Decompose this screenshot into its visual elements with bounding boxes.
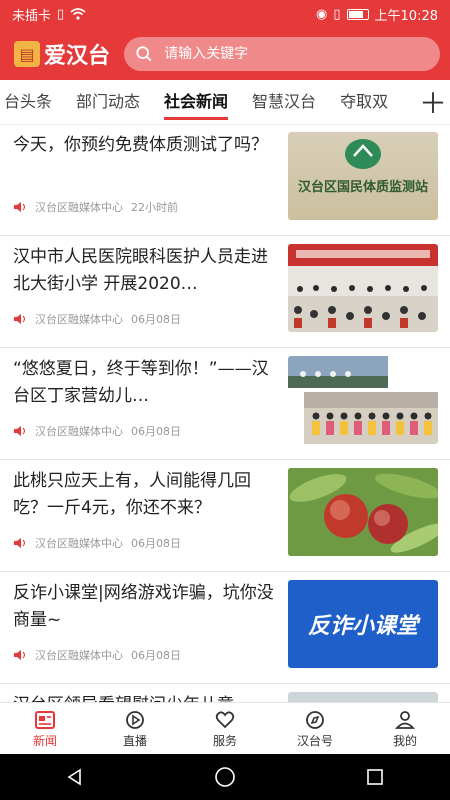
recents-icon[interactable] <box>365 767 385 787</box>
search-icon <box>136 46 152 62</box>
news-thumbnail <box>288 468 438 556</box>
news-title: “悠悠夏日，终于等到你！”——汉台区丁家营幼儿… <box>13 359 269 406</box>
news-source: 汉台区融媒体中心 <box>35 425 123 438</box>
news-title: 汉中市人民医院眼科医护人员走进北大街小学 开展2020… <box>13 247 268 294</box>
nav-service[interactable]: 服务 <box>180 703 270 755</box>
news-time: 06月08日 <box>131 649 181 662</box>
system-nav-bar <box>0 754 450 800</box>
vibrate-icon: ▯ <box>333 6 341 22</box>
news-meta: 汉台区融媒体中心 06月08日 <box>13 535 181 551</box>
tab-smart-hantai[interactable]: 智慧汉台 <box>240 80 328 124</box>
news-meta: 汉台区融媒体中心 06月08日 <box>13 647 181 663</box>
hall-photo-icon <box>288 244 438 332</box>
news-thumbnail <box>288 356 438 444</box>
news-source: 汉台区融媒体中心 <box>35 201 123 214</box>
nav-label: 汉台号 <box>296 733 333 748</box>
eye-icon: ◉ <box>316 6 328 22</box>
news-time: 22小时前 <box>131 201 178 214</box>
news-meta: 汉台区融媒体中心 22小时前 <box>13 199 178 215</box>
news-source: 汉台区融媒体中心 <box>35 537 123 550</box>
news-thumbnail <box>288 244 438 332</box>
news-meta: 汉台区融媒体中心 06月08日 <box>13 311 181 327</box>
thumb-caption: 汉台区国民体质监测站 <box>297 180 428 195</box>
tab-social-news[interactable]: 社会新闻 <box>152 80 240 124</box>
search-bar[interactable] <box>124 37 440 71</box>
nav-label: 新闻 <box>32 733 57 748</box>
search-input[interactable] <box>162 45 428 63</box>
news-time: 06月08日 <box>131 425 181 438</box>
news-feed[interactable]: 今天，你预约免费体质测试了吗？ 汉台区融媒体中心 22小时前 汉台区国民体质监测… <box>0 124 450 702</box>
speaker-icon <box>14 538 25 548</box>
wifi-icon <box>70 8 86 20</box>
compass-icon <box>306 710 324 729</box>
nav-news[interactable]: 新闻 <box>0 703 90 755</box>
news-source: 汉台区融媒体中心 <box>35 649 123 662</box>
speaker-icon <box>14 202 25 212</box>
news-title: 汉台区领导看望慰问少年儿童 <box>13 692 275 702</box>
news-item[interactable]: 此桃只应天上有，人间能得几回吃？一斤4元，你还不来？ 汉台区融媒体中心 06月0… <box>0 460 450 572</box>
tab-victory[interactable]: 夺取双 <box>328 80 400 124</box>
news-title: 今天，你预约免费体质测试了吗？ <box>13 135 268 155</box>
play-icon <box>126 710 144 729</box>
news-icon <box>35 710 55 729</box>
news-source: 汉台区融媒体中心 <box>35 313 123 326</box>
tab-department[interactable]: 部门动态 <box>64 80 152 124</box>
news-time: 06月08日 <box>131 537 181 550</box>
battery-icon <box>346 8 369 20</box>
app-logo: ▤ 爱汉台 <box>14 38 110 70</box>
thumb-caption: 反诈小课堂 <box>307 614 418 639</box>
bottom-nav: 新闻 直播 服务 汉台号 我的 <box>0 702 450 755</box>
logo-icon: ▤ <box>14 41 40 67</box>
news-thumbnail: 反诈小课堂 <box>288 580 438 668</box>
status-bar: 未插卡 ▯ ◉ ▯ 上午10:28 <box>0 0 450 28</box>
app-name: 爱汉台 <box>44 43 111 69</box>
news-item[interactable]: 今天，你预约免费体质测试了吗？ 汉台区融媒体中心 22小时前 汉台区国民体质监测… <box>0 124 450 236</box>
add-tab-button[interactable]: ＋ <box>416 80 450 124</box>
tab-headline[interactable]: 台头条 <box>0 80 64 124</box>
news-time: 06月08日 <box>131 313 181 326</box>
speaker-icon <box>14 650 25 660</box>
news-thumbnail: 汉台区国民体质监测站 <box>288 132 438 220</box>
news-item[interactable]: “悠悠夏日，终于等到你！”——汉台区丁家营幼儿… 汉台区融媒体中心 06月08日 <box>0 348 450 460</box>
category-tabs: 台头条 部门动态 社会新闻 智慧汉台 夺取双 ＋ <box>0 80 450 125</box>
speaker-icon <box>14 314 25 324</box>
carrier-text: 未插卡 <box>12 8 52 24</box>
clock-text: 上午10:28 <box>374 8 438 24</box>
news-item[interactable]: 汉中市人民医院眼科医护人员走进北大街小学 开展2020… 汉台区融媒体中心 06… <box>0 236 450 348</box>
nav-label: 直播 <box>122 733 147 748</box>
nav-label: 我的 <box>392 733 417 748</box>
sim-icon: ▯ <box>57 6 65 22</box>
nav-label: 服务 <box>212 733 237 748</box>
nav-live[interactable]: 直播 <box>90 703 180 755</box>
news-title: 此桃只应天上有，人间能得几回吃？一斤4元，你还不来？ <box>13 471 251 518</box>
news-meta: 汉台区融媒体中心 06月08日 <box>13 423 181 439</box>
speaker-icon <box>14 426 25 436</box>
service-icon <box>215 710 235 728</box>
kindergarten-photo-icon <box>288 356 438 444</box>
peach-photo-icon <box>288 468 438 556</box>
news-title: 反诈小课堂|网络游戏诈骗，坑你没商量~ <box>13 583 274 630</box>
app-header: ▤ 爱汉台 <box>0 28 450 80</box>
user-icon <box>394 710 416 729</box>
back-icon[interactable] <box>65 767 85 787</box>
news-thumbnail <box>288 692 438 702</box>
nav-hantai-account[interactable]: 汉台号 <box>270 703 360 755</box>
news-item[interactable]: 反诈小课堂|网络游戏诈骗，坑你没商量~ 汉台区融媒体中心 06月08日 反诈小课… <box>0 572 450 684</box>
nav-mine[interactable]: 我的 <box>360 703 450 755</box>
news-item[interactable]: 汉台区领导看望慰问少年儿童 <box>0 684 450 702</box>
plus-icon: ＋ <box>418 87 447 120</box>
home-icon[interactable] <box>214 766 236 788</box>
